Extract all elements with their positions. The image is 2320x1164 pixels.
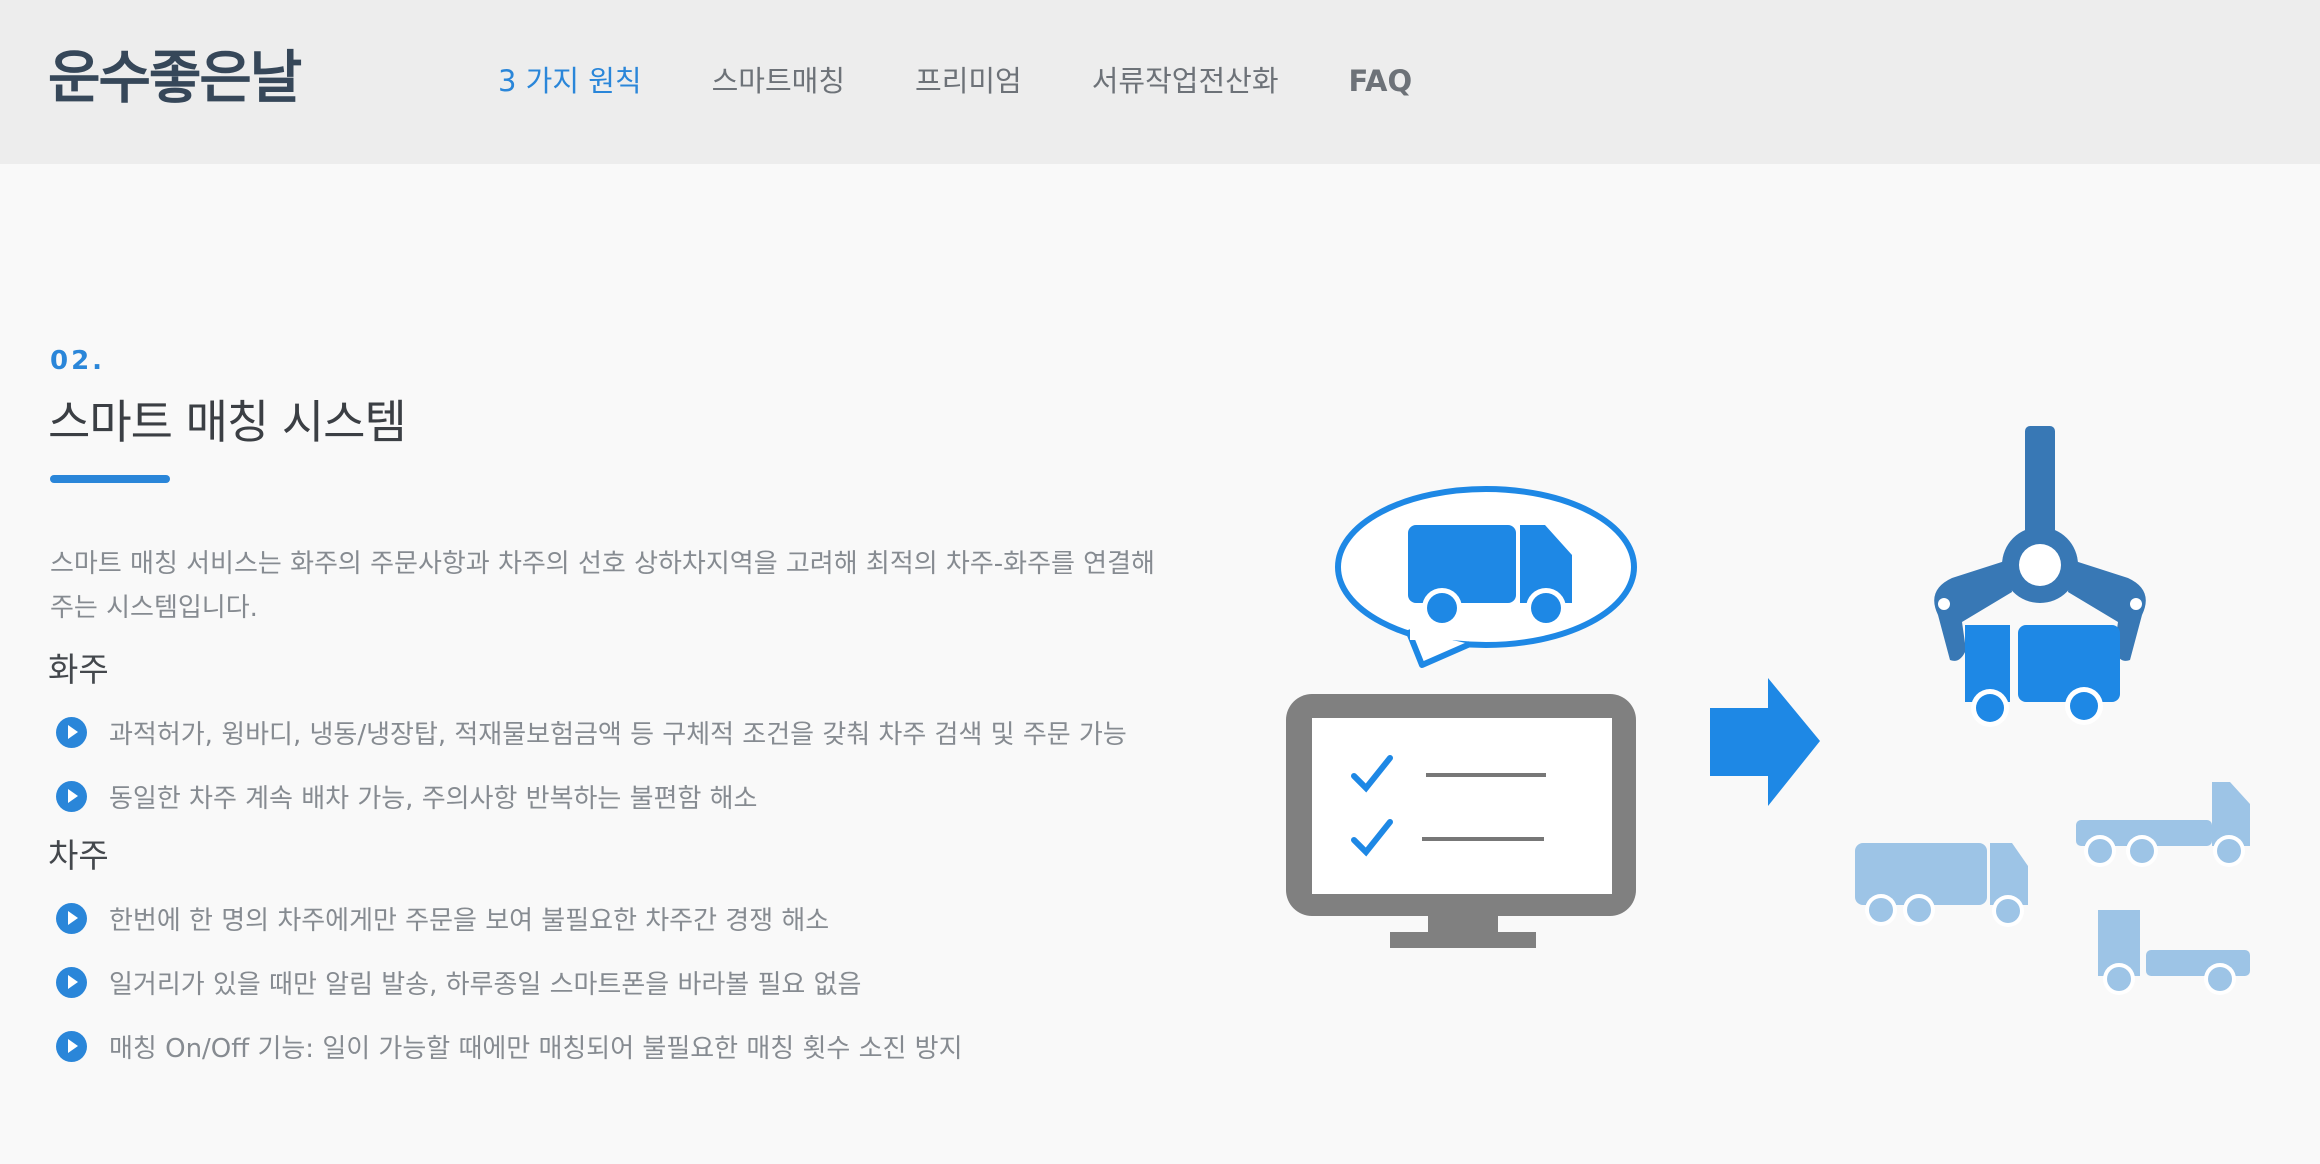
site-logo[interactable]: 운수좋은날 — [48, 40, 302, 116]
driver-item: 한번에 한 명의 차주에게만 주문을 보여 불필요한 차주간 경쟁 해소 — [56, 900, 829, 936]
driver-item: 매칭 On/Off 기능: 일이 가능할 때에만 매칭되어 불필요한 매칭 횟수… — [56, 1028, 963, 1064]
play-circle-icon — [56, 716, 87, 748]
nav-item-paperless[interactable]: 서류작업전산화 — [1092, 57, 1279, 105]
shipper-item: 과적허가, 윙바디, 냉동/냉장탑, 적재물보험금액 등 구체적 조건을 갖춰 … — [56, 714, 1127, 750]
driver-heading: 차주 — [48, 836, 109, 875]
driver-item-text: 일거리가 있을 때만 알림 발송, 하루종일 스마트폰을 바라볼 필요 없음 — [109, 969, 862, 1000]
section-number: 02. — [50, 346, 106, 376]
play-circle-icon — [56, 1030, 87, 1062]
nav-item-principles[interactable]: 3 가지 원칙 — [498, 57, 642, 105]
claw-truck-icon — [1934, 426, 2146, 727]
play-circle-icon — [56, 902, 87, 934]
main-nav: 3 가지 원칙 스마트매칭 프리미엄 서류작업전산화 FAQ — [498, 57, 1482, 105]
site-header: 운수좋은날 3 가지 원칙 스마트매칭 프리미엄 서류작업전산화 FAQ — [0, 0, 2320, 164]
nav-item-smart-matching[interactable]: 스마트매칭 — [712, 57, 845, 105]
flatbed-truck-icon — [2076, 782, 2250, 867]
shipper-heading: 화주 — [48, 650, 109, 689]
flatbed-truck-icon — [2098, 910, 2250, 995]
monitor-checklist-icon — [1286, 694, 1636, 948]
nav-item-faq[interactable]: FAQ — [1349, 57, 1413, 105]
speech-bubble-truck-icon — [1335, 486, 1637, 668]
driver-item-text: 한번에 한 명의 차주에게만 주문을 보여 불필요한 차주간 경쟁 해소 — [109, 905, 830, 936]
matching-illustration — [1286, 426, 2250, 995]
arrow-right-icon — [1710, 678, 1820, 806]
shipper-item-text: 과적허가, 윙바디, 냉동/냉장탑, 적재물보험금액 등 구체적 조건을 갖춰 … — [109, 719, 1127, 750]
nav-item-premium[interactable]: 프리미엄 — [915, 57, 1022, 105]
section-title: 스마트 매칭 시스템 — [48, 395, 407, 449]
driver-item-text: 매칭 On/Off 기능: 일이 가능할 때에만 매칭되어 불필요한 매칭 횟수… — [109, 1033, 963, 1064]
shipper-item-text: 동일한 차주 계속 배차 가능, 주의사항 반복하는 불편함 해소 — [109, 783, 758, 814]
play-circle-icon — [56, 780, 87, 812]
truck-light-icon — [1855, 843, 2028, 927]
play-circle-icon — [56, 966, 87, 998]
title-underline — [50, 475, 170, 483]
section-intro: 스마트 매칭 서비스는 화주의 주문사항과 차주의 선호 상하차지역을 고려해 … — [50, 549, 1155, 623]
shipper-item: 동일한 차주 계속 배차 가능, 주의사항 반복하는 불편함 해소 — [56, 778, 757, 814]
driver-item: 일거리가 있을 때만 알림 발송, 하루종일 스마트폰을 바라볼 필요 없음 — [56, 964, 861, 1000]
